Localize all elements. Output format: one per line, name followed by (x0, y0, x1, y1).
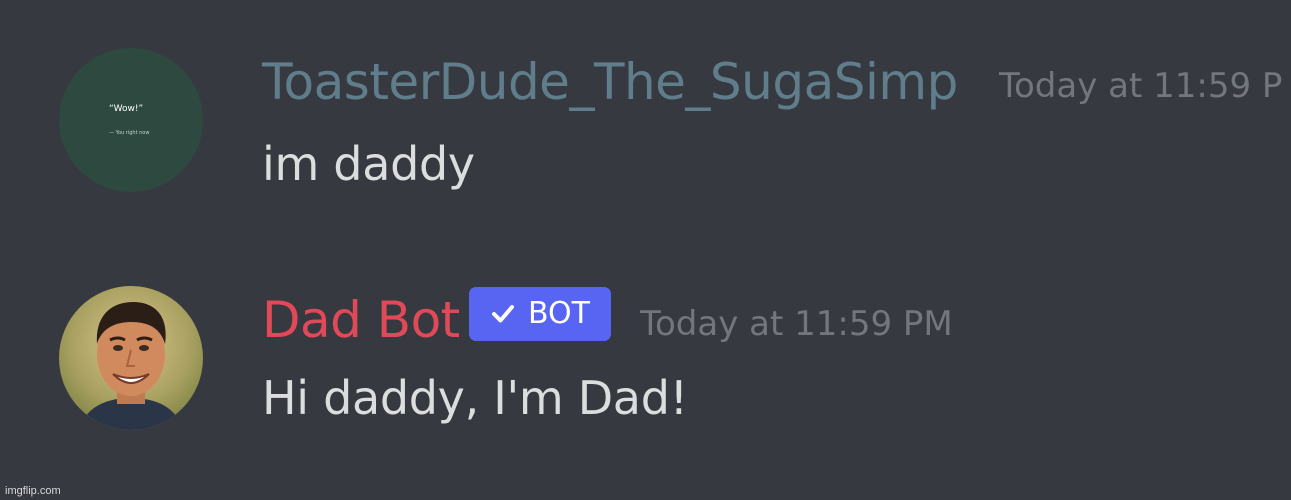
bot-avatar[interactable] (59, 286, 203, 430)
avatar-quote-text: “Wow!” (109, 104, 143, 114)
bot-tag-label: BOT (528, 296, 590, 331)
message-content: Hi daddy, I'm Dad! (262, 371, 688, 425)
avatar-quote-attribution: — You right now (109, 130, 149, 136)
quote-avatar-image: “Wow!” — You right now (59, 48, 203, 192)
man-smiling-avatar-image (59, 286, 203, 430)
username[interactable]: Dad Bot (262, 290, 460, 350)
timestamp: Today at 11:59 P (999, 66, 1283, 106)
username[interactable]: ToasterDude_The_SugaSimp (262, 52, 958, 112)
message-content: im daddy (262, 137, 475, 191)
watermark: imgflip.com (5, 485, 61, 497)
user-avatar[interactable]: “Wow!” — You right now (59, 48, 203, 192)
check-icon (492, 305, 514, 323)
timestamp: Today at 11:59 PM (640, 304, 953, 344)
bot-tag: BOT (469, 287, 611, 341)
chat-messages: “Wow!” — You right now ToasterDude_The_S… (0, 0, 1291, 500)
